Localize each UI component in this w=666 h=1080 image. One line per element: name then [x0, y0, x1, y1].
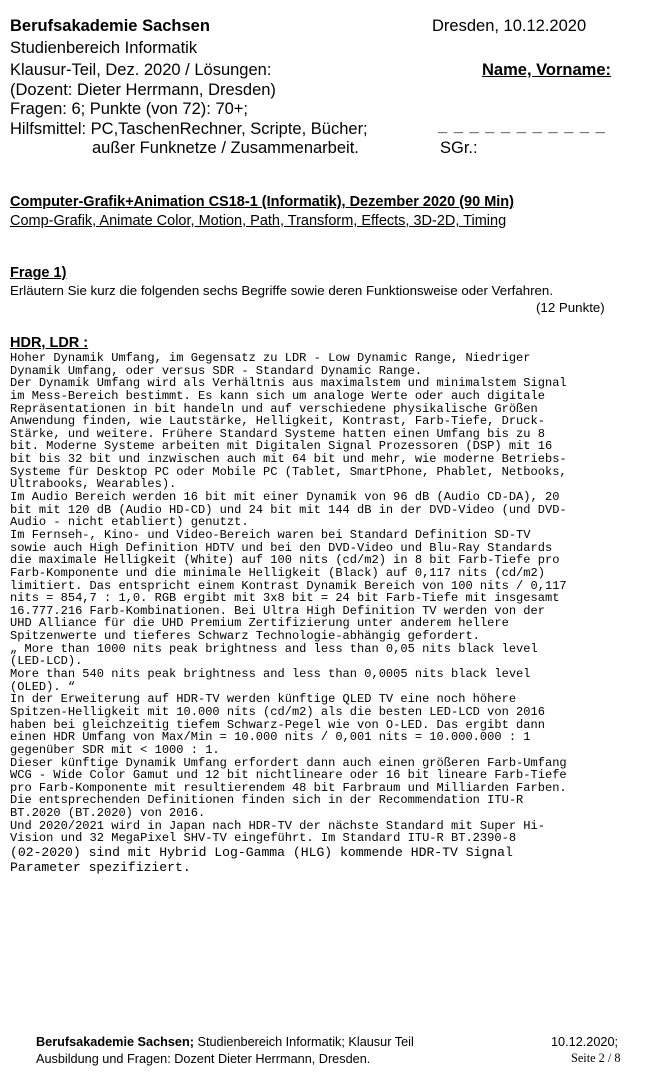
course-topics: Comp-Grafik, Animate Color, Motion, Path…: [10, 213, 507, 229]
question-points: (12 Punkte): [536, 300, 605, 315]
lecturer: (Dozent: Dieter Herrmann, Dresden): [10, 81, 276, 99]
answer-body: Hoher Dynamik Umfang, im Gegensatz zu LD…: [10, 352, 658, 875]
footer-line-2: Ausbildung und Fragen: Dozent Dieter Her…: [36, 1052, 371, 1066]
answer-line: Vision und 32 MegaPixel SHV-TV eingeführ…: [10, 831, 517, 846]
course-title: Computer-Grafik+Animation CS18-1 (Inform…: [10, 194, 514, 210]
answer-line: WCG - Wide Color Gamut und 12 bit nichtl…: [10, 768, 567, 783]
answer-line: bit bis 32 bit und inzwischen auch mit 6…: [10, 452, 567, 467]
answer-line: Anwendung finden, wie Lautstärke, Hellig…: [10, 414, 545, 429]
answer-line: Farb-Komponente und die minimale Helligk…: [10, 565, 545, 580]
answer-line: im Mess-Bereich bestimmt. Es kann sich u…: [10, 388, 545, 403]
aids-line-2: außer Funknetze / Zusammenarbeit.: [92, 139, 359, 157]
answer-line: Spitzenwerte und tieferes Schwarz Techno…: [10, 629, 480, 644]
place-date: Dresden, 10.12.2020: [432, 17, 587, 35]
exam-title: Klausur-Teil, Dez. 2020 / Lösungen:: [10, 61, 272, 79]
answer-line: Parameter spezifiziert.: [10, 859, 191, 875]
footer-date: 10.12.2020;: [551, 1035, 619, 1049]
question-text: Erläutern Sie kurz die folgenden sechs B…: [10, 283, 554, 298]
footer-institution: Berufsakademie Sachsen;: [36, 1035, 194, 1049]
name-blank-line: _ _ _ _ _ _ _ _ _ _ _: [438, 117, 606, 135]
answer-line: nits = 854,7 : 1,0. RGB ergibt mit 3x8 b…: [10, 591, 560, 606]
question-label: Frage 1): [10, 265, 67, 281]
department: Studienbereich Informatik: [10, 39, 198, 57]
footer-details: Studienbereich Informatik; Klausur Teil: [193, 1035, 414, 1049]
answer-line: BT.2020 (BT.2020) von 2016.: [10, 806, 206, 821]
answer-line: Hoher Dynamik Umfang, im Gegensatz zu LD…: [10, 351, 531, 365]
questions-points: Fragen: 6; Punkte (von 72): 70+;: [10, 100, 249, 118]
answer-line: Im Audio Bereich werden 16 bit mit einer…: [10, 490, 560, 505]
answer-line: (02-2020) sind mit Hybrid Log-Gamma (HLG…: [10, 844, 513, 860]
answer-line: „ More than 1000 nits peak brightness an…: [10, 641, 538, 656]
name-field-label: Name, Vorname:: [482, 61, 611, 79]
page-number: Seite 2 / 8: [571, 1051, 621, 1065]
answer-line: More than 540 nits peak brightness and l…: [10, 667, 531, 682]
answer-heading: HDR, LDR :: [10, 335, 89, 351]
answer-line: gegenüber SDR mit < 1000 : 1.: [10, 742, 220, 757]
answer-line: einen HDR Umfang von Max/Min = 10.000 ni…: [10, 730, 531, 745]
aids-line-1: Hilfsmittel: PC,TaschenRechner, Scripte,…: [10, 120, 368, 138]
institution-name: Berufsakademie Sachsen: [10, 17, 210, 35]
footer-line-1: Berufsakademie Sachsen; Studienbereich I…: [36, 1034, 414, 1050]
answer-line: Im Fernseh-, Kino- und Video-Bereich war…: [10, 527, 531, 542]
answer-line: Spitzen-Helligkeit mit 10.000 nits (cd/m…: [10, 704, 545, 719]
study-group-label: SGr.:: [440, 139, 478, 157]
answer-line: die maximale Helligkeit (White) auf 100 …: [10, 553, 560, 568]
